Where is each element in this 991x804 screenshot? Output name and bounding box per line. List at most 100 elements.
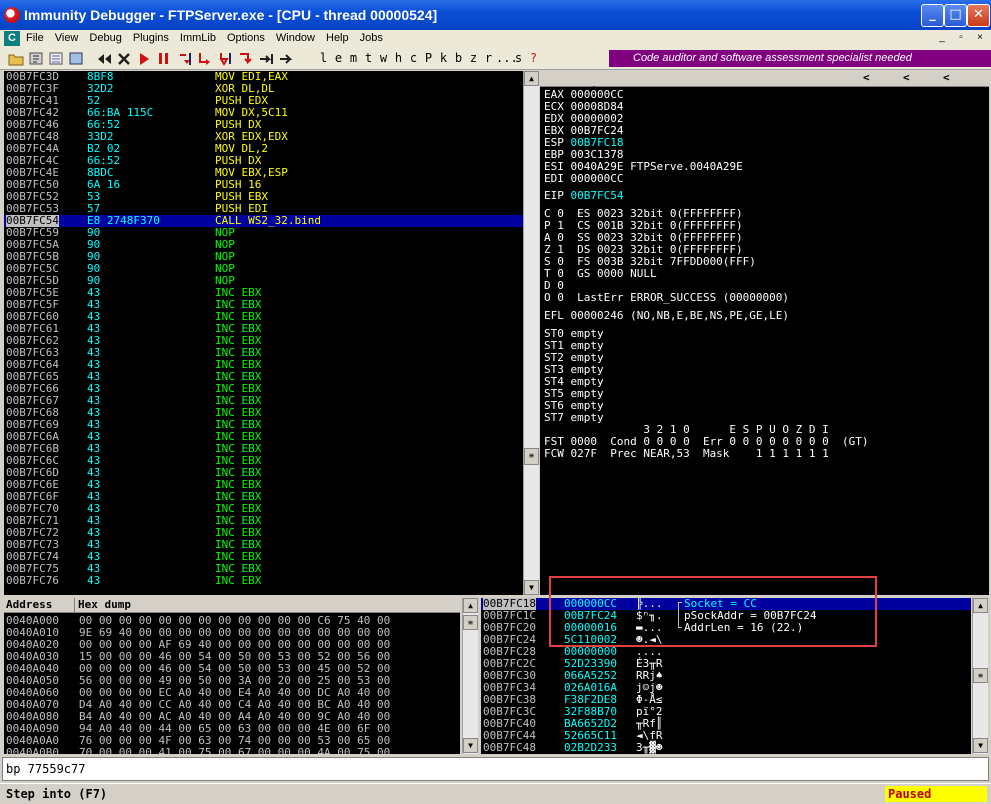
disasm-row[interactable]: 00B7FC60 43 INC EBX [4,311,523,323]
dump-scroll-down-arrow[interactable]: ▼ [463,738,478,753]
registers-header[interactable]: Registers (FPU) < < < [540,71,989,98]
disasm-row[interactable]: 00B7FC69 43 INC EBX [4,419,523,431]
disasm-row[interactable]: 00B7FC4A B2 02 MOV DL,2 [4,143,523,155]
stack-scroll-thumb[interactable]: ≡ [973,668,988,683]
disasm-row[interactable]: 00B7FC75 43 INC EBX [4,563,523,575]
disasm-row[interactable]: 00B7FC64 43 INC EBX [4,359,523,371]
stack-row[interactable]: 00B7FC2C 52D23390 É3╥R [481,658,971,670]
menu-plugins[interactable]: Plugins [133,32,169,44]
menu-jobs[interactable]: Jobs [360,32,383,44]
title-bar[interactable]: Immunity Debugger - FTPServer.exe - [CPU… [0,0,991,30]
close-process-icon[interactable] [116,51,132,66]
execute-till-return-icon[interactable] [258,51,274,66]
menu-debug[interactable]: Debug [89,32,121,44]
step-into-icon[interactable] [178,51,194,66]
dump-row[interactable]: 0040A0B0 70 00 00 00 41 00 75 00 67 00 00… [4,747,460,755]
toolbar-window-r[interactable]: r [481,51,496,65]
disasm-row[interactable]: 00B7FC73 43 INC EBX [4,539,523,551]
disasm-row[interactable]: 00B7FC6D 43 INC EBX [4,467,523,479]
run-icon[interactable] [136,51,152,66]
toolbar-window-h[interactable]: h [391,51,406,65]
mdi-close-button[interactable]: × [972,31,988,45]
menu-window[interactable]: Window [276,32,315,44]
disasm-row[interactable]: 00B7FC5E 43 INC EBX [4,287,523,299]
stack-row[interactable]: 00B7FC3C 32F88B70 pï°2 [481,706,971,718]
disasm-row[interactable]: 00B7FC76 43 INC EBX [4,575,523,587]
open-icon[interactable] [8,51,24,66]
disasm-row[interactable]: 00B7FC6F 43 INC EBX [4,491,523,503]
list-icon[interactable] [48,51,64,66]
stack-row[interactable]: 00B7FC20 00000016 ▬... AddrLen = 16 (22.) [481,622,971,634]
disasm-row[interactable]: 00B7FC5C 90 NOP [4,263,523,275]
stack-row[interactable]: 00B7FC34 026A016A j☺j☻ [481,682,971,694]
eip-row[interactable]: EIP 00B7FC54 [544,190,623,202]
efl-row[interactable]: EFL 00000246 (NO,NB,E,BE,NS,PE,GE,LE) [544,310,789,322]
toolbar-window-more[interactable]: ... [496,51,518,65]
menu-options[interactable]: Options [227,32,265,44]
menu-help[interactable]: Help [326,32,349,44]
pause-icon[interactable] [156,51,172,66]
dump-hex-column-header[interactable]: Hex dump [74,598,131,612]
scroll-thumb[interactable]: ≡ [524,448,539,465]
disassembly-scrollbar[interactable]: ▲ ≡ ▼ [523,71,539,595]
disasm-row[interactable]: 00B7FC6C 43 INC EBX [4,455,523,467]
menu-immlib[interactable]: ImmLib [180,32,216,44]
registers-nav-first[interactable]: < [943,71,950,85]
stack-pane[interactable]: 00B7FC18 000000CC ╠... Socket = CC 00B7FC1C 0… [481,598,971,754]
maximize-button[interactable]: □ [944,4,967,27]
disasm-row[interactable]: 00B7FC59 90 NOP [4,227,523,239]
disasm-row[interactable]: 00B7FC5B 90 NOP [4,251,523,263]
toolbar-window-s[interactable]: s [511,51,526,65]
dump-address-column-header[interactable]: Address [6,598,52,612]
disasm-row[interactable]: 00B7FC68 43 INC EBX [4,407,523,419]
mdi-minimize-button[interactable]: _ [934,31,950,45]
registers-nav-back[interactable]: < [903,71,910,85]
flag-row[interactable]: O 0 LastErr ERROR_SUCCESS (00000000) [544,292,789,304]
disasm-row[interactable]: 00B7FC5F 43 INC EBX [4,299,523,311]
disasm-row[interactable]: 00B7FC74 43 INC EBX [4,551,523,563]
registers-nav-prev[interactable]: < [863,71,870,85]
stack-row[interactable]: 00B7FC48 02B2D233 3╥▓☻ [481,742,971,754]
dump-scroll-up-arrow[interactable]: ▲ [463,598,478,613]
register-row[interactable]: EDI 000000CC [544,173,630,185]
stack-row[interactable]: 00B7FC30 066A5252 RRj♠ [481,670,971,682]
toolbar-window-m[interactable]: m [346,51,361,65]
toolbar-window-w[interactable]: w [376,51,391,65]
toolbar-window-z[interactable]: z [466,51,481,65]
disasm-row[interactable]: 00B7FC71 43 INC EBX [4,515,523,527]
registers-pane[interactable]: Registers (FPU) < < < EAX 000000CC ECX 0… [540,71,989,595]
fpu-fcw[interactable]: FCW 027F Prec NEAR,53 Mask 1 1 1 1 1 1 [544,448,829,460]
stack-row[interactable]: 00B7FC24 5C110002 ☻.◄\ [481,634,971,646]
scroll-up-arrow[interactable]: ▲ [524,71,539,86]
go-to-icon[interactable] [278,51,294,66]
menu-file[interactable]: File [26,32,44,44]
toolbar-window-l[interactable]: l [316,51,331,65]
disasm-row[interactable]: 00B7FC66 43 INC EBX [4,383,523,395]
disasm-row[interactable]: 00B7FC4E 8BDC MOV EBX,ESP [4,167,523,179]
eip-value[interactable]: 00B7FC54 [571,189,624,202]
disasm-row[interactable]: 00B7FC65 43 INC EBX [4,371,523,383]
disasm-row[interactable]: 00B7FC70 43 INC EBX [4,503,523,515]
stack-row[interactable]: 00B7FC44 52665C11 ◄\fR [481,730,971,742]
hex-dump-pane[interactable]: Address Hex dump 0040A000 00 00 00 00 00 … [4,598,460,754]
toolbar-window-help[interactable]: ? [526,51,541,65]
minimize-button[interactable]: _ [921,4,944,27]
command-input[interactable] [6,761,976,777]
disassembly-pane[interactable]: 00B7FC3D 8BF8 MOV EDI,EAX 00B7FC3F 32D2 XOR D… [4,71,523,595]
cpu-window-icon[interactable]: C [4,31,20,46]
disasm-row[interactable]: 00B7FC6E 43 INC EBX [4,479,523,491]
disasm-row[interactable]: 00B7FC67 43 INC EBX [4,395,523,407]
register-value[interactable]: 000000CC [571,172,624,185]
stack-row[interactable]: 00B7FC38 F38F2DE8 Φ-Å≤ [481,694,971,706]
stack-row[interactable]: 00B7FC40 BA6652D2 ╥Rf║ [481,718,971,730]
menu-view[interactable]: View [55,32,79,44]
trace-over-icon[interactable] [238,51,254,66]
disasm-row[interactable]: 00B7FC6B 43 INC EBX [4,443,523,455]
disasm-row[interactable]: 00B7FC62 43 INC EBX [4,335,523,347]
disasm-row[interactable]: 00B7FC5A 90 NOP [4,239,523,251]
dump-scroll-thumb[interactable]: ≡ [463,615,478,630]
disasm-row[interactable]: 00B7FC72 43 INC EBX [4,527,523,539]
disasm-row[interactable]: 00B7FC54 E8 2748F370 CALL WS2_32.bind [4,215,523,227]
toolbar-window-k[interactable]: k [436,51,451,65]
trace-into-icon[interactable] [218,51,234,66]
